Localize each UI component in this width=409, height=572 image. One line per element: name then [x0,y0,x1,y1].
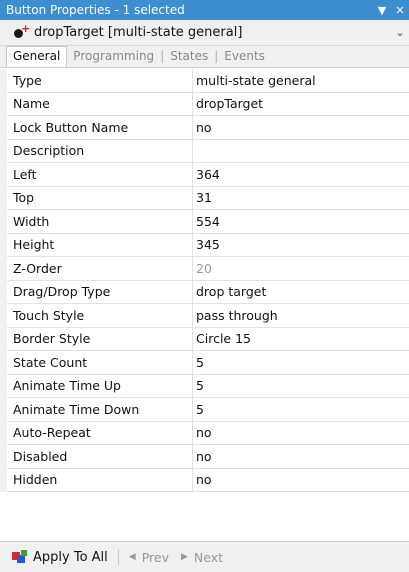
property-value[interactable]: no [193,116,409,139]
property-value[interactable]: 5 [193,351,409,374]
property-label: Touch Style [7,304,193,327]
chevron-down-icon[interactable]: ⌄ [391,26,409,39]
next-button[interactable]: ▶ Next [181,550,223,565]
property-value[interactable]: no [193,445,409,468]
property-row-name[interactable]: Name dropTarget [7,92,409,116]
title-bar: Button Properties - 1 selected ▼ ✕ [0,0,409,20]
selected-object-label: dropTarget [multi-state general] [34,25,243,40]
property-row-border-style[interactable]: Border Style Circle 15 [7,327,409,351]
window-title: Button Properties - 1 selected [6,3,185,17]
property-row-auto-repeat[interactable]: Auto-Repeat no [7,421,409,445]
property-row-top[interactable]: Top 31 [7,186,409,210]
property-value[interactable]: 5 [193,398,409,421]
property-value[interactable]: 364 [193,163,409,186]
property-value[interactable]: multi-state general [193,69,409,92]
property-row-z-order[interactable]: Z-Order 20 [7,257,409,281]
tab-strip: General Programming | States | Events [0,46,409,68]
property-grid: Type multi-state general Name dropTarget… [0,69,409,492]
property-label: Hidden [7,468,193,491]
property-row-type[interactable]: Type multi-state general [7,69,409,93]
property-value[interactable]: pass through [193,304,409,327]
property-value: 20 [196,260,212,276]
property-label: Height [7,233,193,256]
tab-general[interactable]: General [6,46,68,67]
property-row-lock-button-name[interactable]: Lock Button Name no [7,116,409,140]
tab-programming[interactable]: Programming [67,47,160,67]
property-value[interactable]: dropTarget [193,93,409,116]
prev-label: Prev [141,549,169,565]
arrow-left-icon: ◀ [128,552,136,562]
property-label: Z-Order [7,257,193,280]
tab-events[interactable]: Events [218,47,271,67]
property-label: Drag/Drop Type [7,280,193,303]
toolbar-divider [117,549,119,565]
tab-states[interactable]: States [164,47,214,67]
property-label: Description [7,139,193,162]
property-row-animate-time-up[interactable]: Animate Time Up 5 [7,374,409,398]
property-value[interactable]: no [193,469,409,492]
apply-to-all-button[interactable]: Apply To All [33,550,108,565]
property-row-disabled[interactable]: Disabled no [7,445,409,469]
property-label: Top [7,186,193,209]
property-value[interactable]: 554 [193,210,409,233]
property-row-drag-drop-type[interactable]: Drag/Drop Type drop target [7,280,409,304]
bottom-toolbar: Apply To All ◀ Prev ▶ Next [0,541,409,572]
pin-dropdown-icon[interactable]: ▼ [373,4,391,17]
property-label: Width [7,210,193,233]
property-value[interactable]: no [193,422,409,445]
property-row-left[interactable]: Left 364 [7,163,409,187]
property-label: Animate Time Down [7,398,193,421]
property-value[interactable] [193,140,409,163]
property-row-state-count[interactable]: State Count 5 [7,351,409,375]
property-row-width[interactable]: Width 554 [7,210,409,234]
property-value[interactable]: 345 [193,234,409,257]
property-label: Left [7,163,193,186]
prev-button[interactable]: ◀ Prev [129,550,169,565]
close-icon[interactable]: ✕ [391,4,409,17]
property-row-animate-time-down[interactable]: Animate Time Down 5 [7,398,409,422]
property-label: Border Style [7,327,193,350]
property-label: Type [7,69,193,92]
property-label: Name [7,92,193,115]
property-label: State Count [7,351,193,374]
next-label: Next [193,549,224,565]
property-value[interactable]: 31 [193,187,409,210]
property-row-touch-style[interactable]: Touch Style pass through [7,304,409,328]
property-value[interactable]: Circle 15 [193,328,409,351]
property-row-description[interactable]: Description [7,139,409,163]
property-label: Auto-Repeat [7,421,193,444]
object-selector[interactable]: + dropTarget [multi-state general] ⌄ [0,20,409,46]
property-row-height[interactable]: Height 345 [7,233,409,257]
apply-to-all-icon[interactable] [12,550,28,564]
property-label: Lock Button Name [7,116,193,139]
property-value[interactable]: 5 [193,375,409,398]
object-dot-icon: + [14,22,30,40]
property-value[interactable]: drop target [193,281,409,304]
property-row-hidden[interactable]: Hidden no [7,468,409,492]
property-label: Disabled [7,445,193,468]
arrow-right-icon: ▶ [180,552,188,562]
property-label: Animate Time Up [7,374,193,397]
